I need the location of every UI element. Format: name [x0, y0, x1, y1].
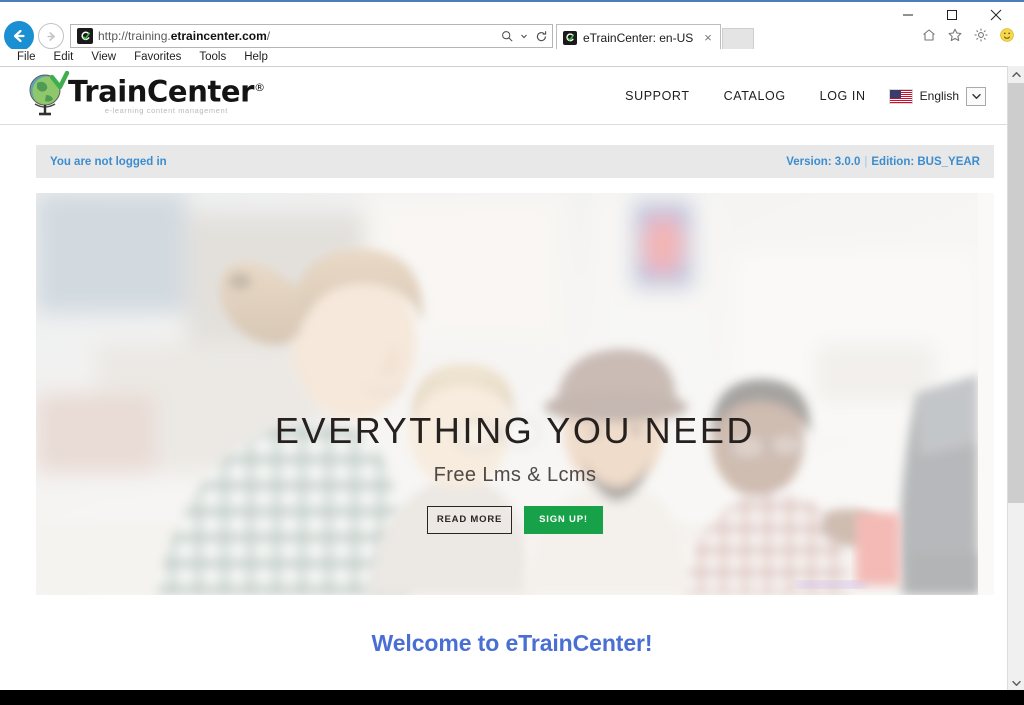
menu-item-view[interactable]: View: [82, 49, 125, 66]
welcome-heading: Welcome to eTrainCenter!: [371, 630, 653, 656]
window-controls: [886, 4, 1018, 26]
browser-titlebar: http://training.etraincenter.com/ eTrain…: [0, 2, 1024, 52]
nav-link-catalog[interactable]: CATALOG: [707, 89, 803, 103]
tab-favicon-icon: [563, 30, 577, 45]
site-navigation: SUPPORT CATALOG LOG IN English: [608, 67, 986, 125]
sign-up-button[interactable]: SIGN UP!: [524, 505, 603, 534]
logo-text: TrainCenter®: [68, 71, 265, 109]
home-icon[interactable]: [920, 26, 938, 44]
nav-link-support[interactable]: SUPPORT: [608, 89, 706, 103]
browser-toolbar-icons: [920, 26, 1016, 44]
favorites-star-icon[interactable]: [946, 26, 964, 44]
back-button[interactable]: [4, 21, 34, 51]
us-flag-icon: [888, 88, 913, 104]
site-logo[interactable]: TrainCenter® e-learning content manageme…: [26, 70, 265, 117]
forward-button[interactable]: [38, 23, 64, 49]
browser-tab[interactable]: eTrainCenter: en-US ×: [556, 24, 721, 50]
scrollbar-thumb[interactable]: [1008, 83, 1024, 503]
browser-navigation-row: http://training.etraincenter.com/: [0, 20, 560, 52]
menu-item-tools[interactable]: Tools: [190, 49, 235, 66]
menu-item-favorites[interactable]: Favorites: [125, 49, 190, 66]
site-header: TrainCenter® e-learning content manageme…: [0, 67, 1008, 125]
address-text: http://training.etraincenter.com/: [98, 29, 496, 43]
version-label: Version: 3.0.0: [786, 155, 861, 168]
scroll-up-icon[interactable]: [1008, 66, 1024, 83]
hero-overlay: [36, 193, 994, 595]
smiley-icon[interactable]: [998, 26, 1016, 44]
login-status-text: You are not logged in: [50, 155, 167, 168]
hero-buttons: READ MORE SIGN UP!: [36, 505, 994, 534]
new-tab-button[interactable]: [722, 28, 754, 50]
close-icon[interactable]: [974, 4, 1018, 26]
address-domain: etraincenter.com: [170, 29, 267, 43]
read-more-button[interactable]: READ MORE: [427, 505, 512, 534]
refresh-icon[interactable]: [530, 25, 552, 47]
tab-title: eTrainCenter: en-US: [583, 30, 694, 45]
nav-link-login[interactable]: LOG IN: [803, 89, 883, 103]
window-bottom-bar: [0, 690, 1024, 705]
hero-content: EVERYTHING YOU NEED Free Lms & Lcms READ…: [36, 411, 994, 534]
hero-title: EVERYTHING YOU NEED: [274, 410, 756, 451]
tab-strip: eTrainCenter: en-US ×: [556, 24, 754, 50]
maximize-icon[interactable]: [930, 4, 974, 26]
vertical-scrollbar[interactable]: [1007, 66, 1024, 692]
browser-menubar: File Edit View Favorites Tools Help: [0, 49, 1024, 66]
logo-registered-mark: ®: [254, 81, 265, 94]
address-bar[interactable]: http://training.etraincenter.com/: [70, 24, 553, 48]
logo-wordmark: TrainCenter® e-learning content manageme…: [68, 71, 265, 115]
globe-logo-icon: [26, 70, 70, 117]
browser-window: http://training.etraincenter.com/ eTrain…: [0, 0, 1024, 705]
search-icon[interactable]: [496, 25, 518, 47]
status-separator: |: [864, 155, 868, 168]
minimize-icon[interactable]: [886, 4, 930, 26]
page-viewport: TrainCenter® e-learning content manageme…: [0, 66, 1024, 692]
gear-icon[interactable]: [972, 26, 990, 44]
site-favicon-icon: [77, 28, 93, 44]
hero-subtitle: Free Lms & Lcms: [433, 463, 597, 486]
language-label: English: [919, 89, 959, 103]
tab-close-icon[interactable]: ×: [700, 30, 716, 45]
hero-banner: EVERYTHING YOU NEED Free Lms & Lcms READ…: [36, 193, 994, 595]
menu-item-edit[interactable]: Edit: [45, 49, 83, 66]
chevron-down-icon[interactable]: [518, 25, 530, 47]
language-picker[interactable]: English: [888, 86, 986, 106]
address-path: /: [266, 29, 271, 43]
logo-name: TrainCenter: [68, 74, 255, 109]
edition-label: Edition: BUS_YEAR: [871, 155, 980, 168]
address-protocol: http://training.: [98, 29, 171, 43]
status-bar: You are not logged in Version: 3.0.0 | Edi…: [36, 145, 994, 178]
language-chevron-down-icon[interactable]: [966, 86, 986, 106]
menu-item-help[interactable]: Help: [235, 49, 277, 66]
version-edition-info: Version: 3.0.0 | Edition: BUS_YEAR: [786, 156, 980, 168]
menu-item-file[interactable]: File: [8, 49, 45, 66]
